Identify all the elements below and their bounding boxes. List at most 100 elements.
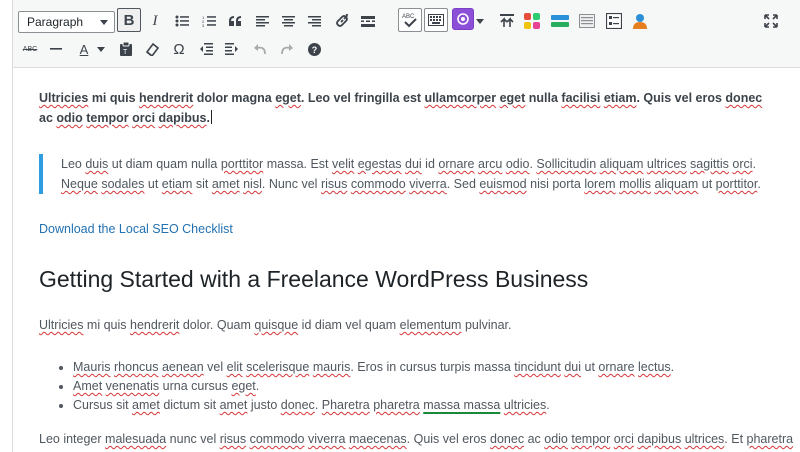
misspelled-word: porttitor <box>220 157 264 171</box>
misspelled-word: Neque <box>61 177 98 191</box>
editor-toolbar: Paragraph B I 123 ABC ABC A T Ω ? <box>13 0 800 68</box>
keyboard-icon <box>428 14 444 26</box>
paragraph-intro[interactable]: Ultricies mi quis hendrerit dolor magna … <box>39 88 779 128</box>
misspelled-word: commodo <box>350 177 406 191</box>
bullet-list-button[interactable] <box>169 8 195 34</box>
text-run: . Quis vel eros <box>406 432 491 446</box>
paragraph-3[interactable]: Leo integer malesuada nunc vel risus com… <box>39 430 793 449</box>
plugin-icon <box>457 13 469 25</box>
text-run: massa. Est <box>263 157 333 171</box>
outdent-button[interactable] <box>193 36 219 62</box>
align-right-icon <box>307 15 321 26</box>
text-color-chevron-icon[interactable] <box>97 47 105 52</box>
misspelled-word: donec <box>280 398 315 412</box>
spellcheck-icon: ABC <box>402 14 417 28</box>
link-button[interactable] <box>329 8 355 34</box>
indent-button[interactable] <box>219 36 245 62</box>
shortcodes-button[interactable] <box>519 8 545 34</box>
insert-above-button[interactable] <box>494 8 520 34</box>
section-heading[interactable]: Getting Started with a Freelance WordPre… <box>39 264 588 294</box>
text-color-button[interactable]: A <box>71 36 97 62</box>
text-run: nulla <box>525 91 562 105</box>
undo-button[interactable] <box>247 36 273 62</box>
misspelled-word: commodo <box>249 432 305 446</box>
misspelled-word: viverra <box>409 177 447 191</box>
text-run: . Leo vel fringilla est <box>300 91 425 105</box>
text-run: dolor. Quam <box>179 318 255 332</box>
special-character-button[interactable]: Ω <box>166 36 192 62</box>
text-run: . Sed <box>446 177 480 191</box>
misspelled-word: sagittis <box>690 157 729 171</box>
blockquote-button[interactable] <box>222 8 248 34</box>
misspelled-word: rhoncus <box>114 360 159 374</box>
column-block-button[interactable] <box>574 8 600 34</box>
misspelled-word: Amet <box>73 379 103 393</box>
misspelled-word: ullamcorper <box>424 91 497 105</box>
italic-button[interactable]: I <box>142 8 168 34</box>
text-run: dictum sit <box>159 398 220 412</box>
list-item[interactable]: Mauris rhoncus aenean vel elit scelerisq… <box>73 358 674 377</box>
help-button[interactable]: ? <box>301 36 327 62</box>
text-run: mi quis <box>83 318 130 332</box>
italic-icon: I <box>152 12 158 29</box>
misspelled-word: sodales <box>101 177 145 191</box>
text-run: id <box>421 157 439 171</box>
bold-button[interactable]: B <box>117 8 141 32</box>
clear-formatting-button[interactable] <box>139 36 165 62</box>
table-block-button[interactable] <box>601 8 627 34</box>
paragraph-2[interactable]: Ultricies mi quis hendrerit dolor. Quam … <box>39 316 512 335</box>
undo-icon <box>254 44 266 55</box>
list-item[interactable]: Cursus sit amet dictum sit amet justo do… <box>73 396 674 415</box>
format-select[interactable]: Paragraph <box>18 11 115 33</box>
bullet-list[interactable]: Mauris rhoncus aenean vel elit scelerisq… <box>39 358 674 415</box>
misspelled-word: arcu <box>478 157 503 171</box>
user-block-button[interactable] <box>627 8 653 34</box>
blockquote[interactable]: Leo duis ut diam quam nulla porttitor ma… <box>39 154 779 194</box>
read-more-button[interactable] <box>355 8 381 34</box>
misspelled-word: mauris <box>312 360 351 374</box>
text-color-icon: A <box>80 43 89 56</box>
text-run: Leo <box>61 157 86 171</box>
numbered-list-button[interactable]: 123 <box>196 8 222 34</box>
toolbar-toggle-button[interactable] <box>424 8 448 32</box>
spellcheck-button[interactable]: ABC <box>398 8 422 32</box>
fullscreen-button[interactable] <box>758 8 784 34</box>
misspelled-word: dui <box>564 360 582 374</box>
text-run: nunc vel <box>166 432 220 446</box>
align-center-button[interactable] <box>275 8 301 34</box>
misspelled-word: eget <box>499 91 526 105</box>
text-run: urna cursus <box>159 379 232 393</box>
misspelled-word: odio <box>505 157 530 171</box>
clipboard-icon: T <box>120 42 132 56</box>
strikethrough-button[interactable]: ABC <box>17 36 43 62</box>
chevron-down-icon <box>100 20 108 25</box>
misspelled-word: scelerisque <box>246 360 310 374</box>
text-run: . <box>752 157 757 171</box>
misspelled-word: dui <box>405 157 422 171</box>
redo-button[interactable] <box>274 36 300 62</box>
align-right-button[interactable] <box>301 8 327 34</box>
misspelled-word: Mauris <box>73 360 111 374</box>
paste-text-button[interactable]: T <box>113 36 139 62</box>
misspelled-word: orci <box>732 157 753 171</box>
text-run: . Eros in cursus turpis massa <box>350 360 515 374</box>
indent-icon <box>225 43 238 55</box>
misspelled-word: aliquam <box>654 177 699 191</box>
download-checklist-link[interactable]: Download the Local SEO Checklist <box>39 220 233 239</box>
text-run: sit <box>192 177 212 191</box>
buttons-block-button[interactable] <box>547 8 573 34</box>
plugin-dropdown-chevron-icon[interactable] <box>476 19 484 24</box>
list-item[interactable]: Amet venenatis urna cursus eget. <box>73 377 674 396</box>
align-left-button[interactable] <box>249 8 275 34</box>
text-run: vel <box>203 360 227 374</box>
misspelled-word: hendrerit <box>139 91 194 105</box>
text-run: ut <box>698 177 716 191</box>
align-left-icon <box>255 15 269 26</box>
horizontal-line-button[interactable] <box>43 36 69 62</box>
misspelled-word: pharetra <box>373 398 420 412</box>
classic-editor: Paragraph B I 123 ABC ABC A T Ω ? Ultric… <box>12 0 800 452</box>
svg-text:T: T <box>123 49 128 56</box>
plugin-button[interactable] <box>452 8 474 30</box>
link-icon <box>336 14 348 27</box>
misspelled-word: elit <box>226 360 243 374</box>
